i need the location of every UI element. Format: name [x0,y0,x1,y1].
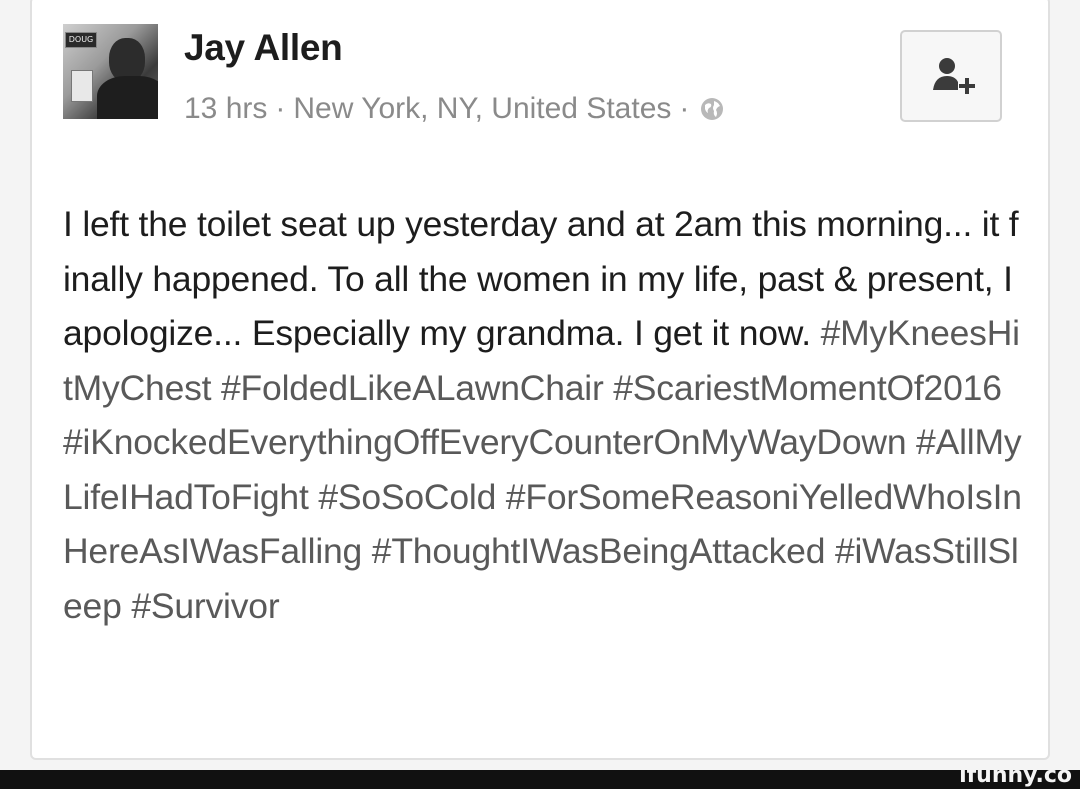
add-friend-button[interactable] [900,30,1002,122]
post-location[interactable]: New York, NY, United States [293,92,671,126]
globe-icon[interactable] [699,96,725,122]
post-timestamp[interactable]: 13 hrs [184,92,267,126]
footer-bar [0,770,1080,789]
post-text: I left the toilet seat up yesterday and … [63,197,1023,633]
hashtag-link[interactable]: #ThoughtIWasBeingAttacked [372,531,826,571]
avatar-body [97,76,158,119]
hashtag-link[interactable]: #FoldedLikeALawnChair [221,368,604,408]
author-name[interactable]: Jay Allen [184,27,343,69]
screenshot-page: DOUG Jay Allen 13 hrs · New York, NY, Un… [0,0,1080,789]
avatar-cup [71,70,93,102]
post-meta: 13 hrs · New York, NY, United States · [184,92,725,126]
hashtag-link[interactable]: #ScariestMomentOf2016 [613,368,1002,408]
add-friend-icon [933,58,975,94]
hashtag-link[interactable]: #iKnockedEverythingOffEveryCounterOnMyWa… [63,422,907,462]
hashtag-link[interactable]: #SoSoCold [318,477,496,517]
post-card: DOUG Jay Allen 13 hrs · New York, NY, Un… [30,0,1050,760]
meta-separator-1: · [275,92,286,125]
hashtag-link[interactable]: #Survivor [131,586,279,626]
meta-separator-2: · [679,92,690,125]
ifunny-watermark: ifunny.co [959,763,1072,788]
avatar[interactable]: DOUG [63,24,158,119]
avatar-sign: DOUG [65,32,97,48]
